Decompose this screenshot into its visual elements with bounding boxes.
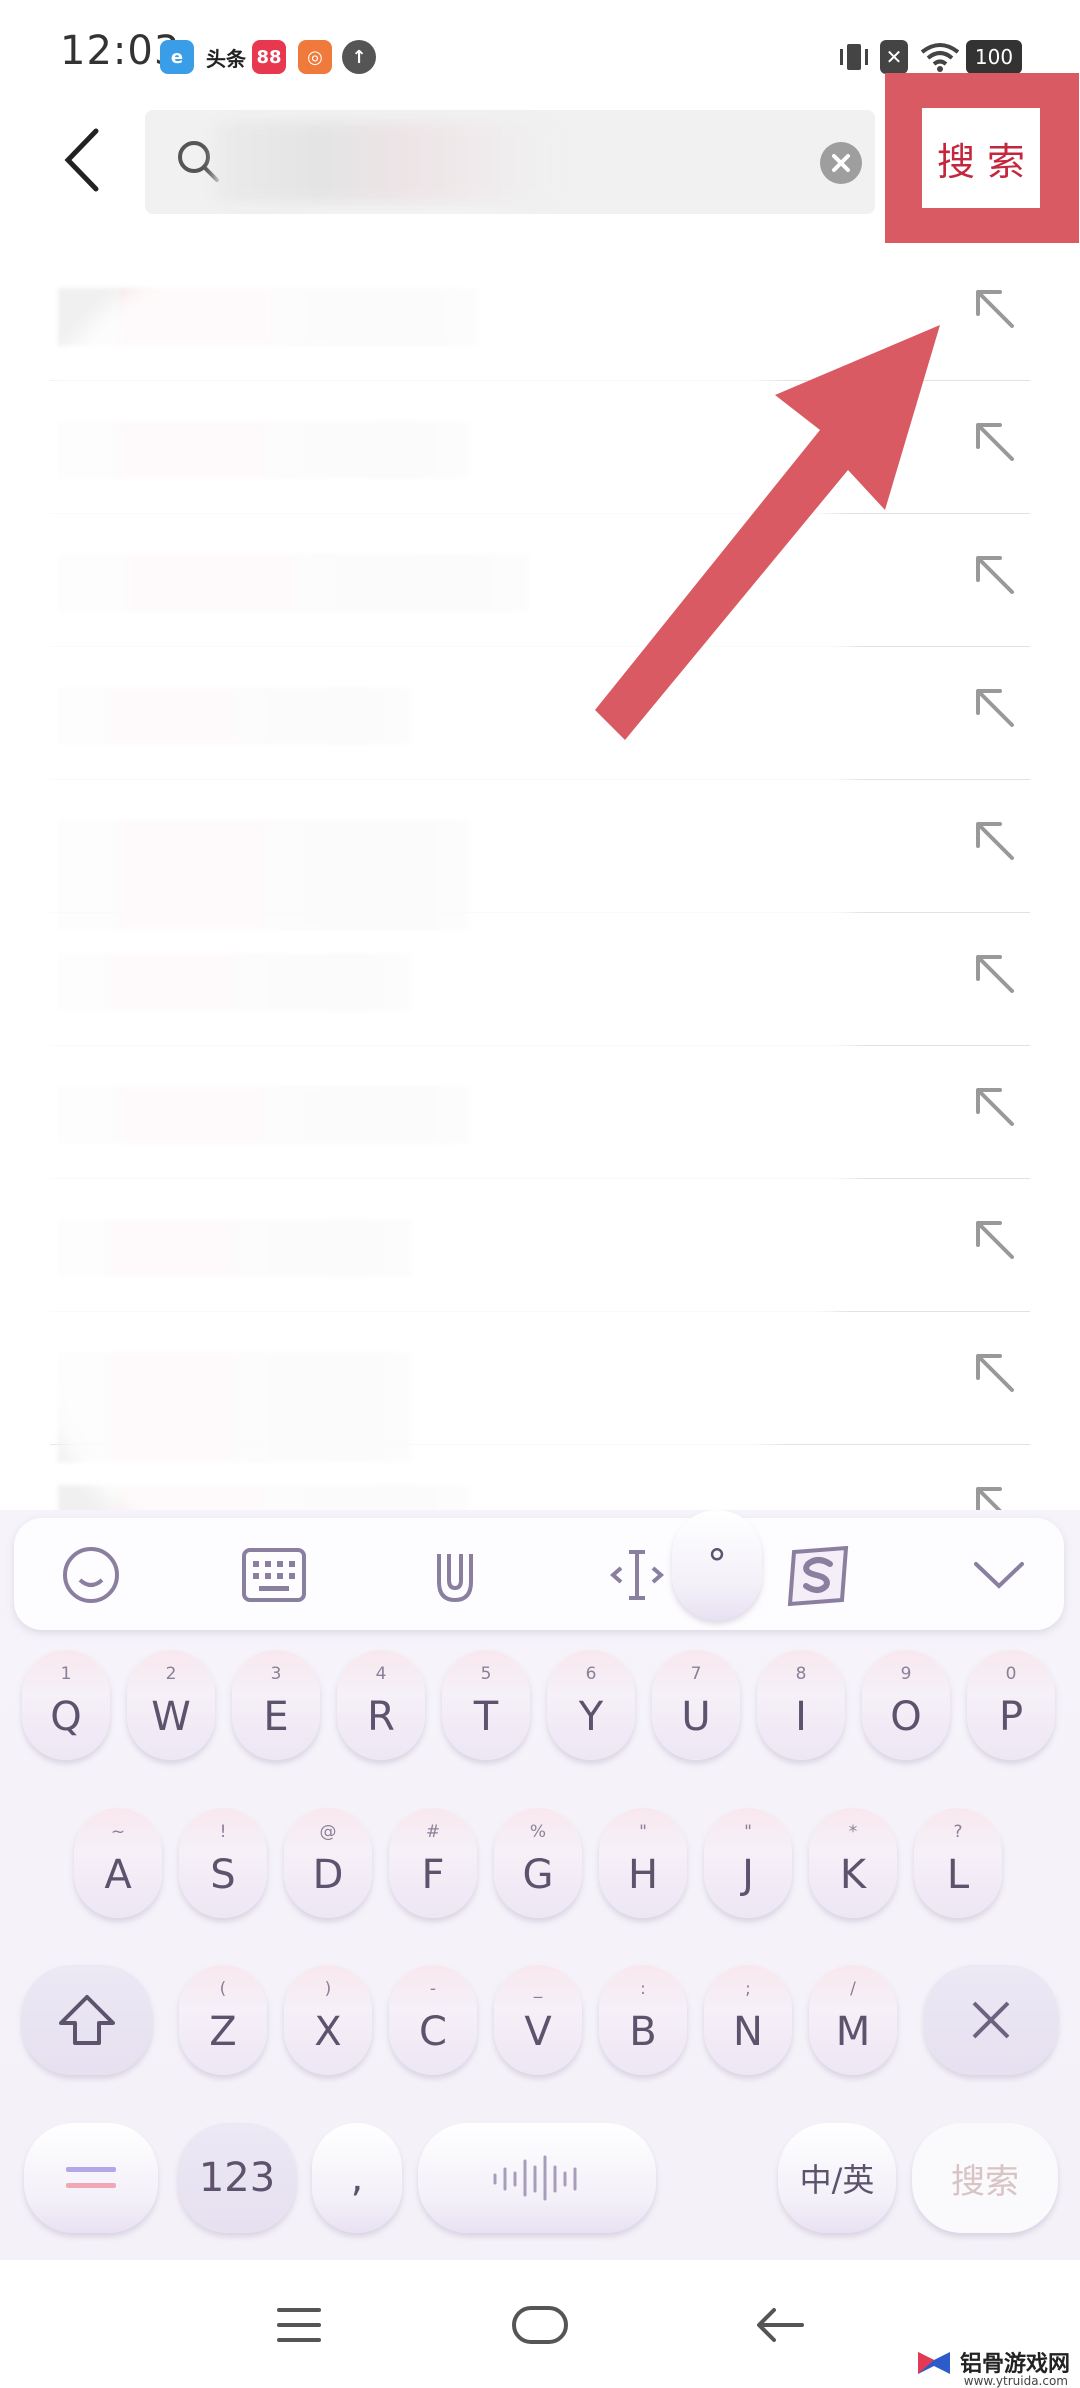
equals-icon: [66, 2167, 116, 2188]
key-n[interactable]: ; N: [704, 1965, 792, 2075]
voice-wave-icon: [493, 2155, 577, 2201]
voice-input-key[interactable]: [418, 2123, 656, 2233]
menu-icon: [277, 2308, 321, 2342]
key-x[interactable]: ) X: [284, 1965, 372, 2075]
key-j[interactable]: " J: [704, 1808, 792, 1918]
suggestion-text-redacted: [58, 288, 478, 346]
fill-arrow-icon[interactable]: [970, 550, 1020, 600]
cursor-icon[interactable]: [602, 1540, 672, 1610]
key-p[interactable]: 0P: [967, 1650, 1055, 1760]
browser-app-icon: e: [160, 40, 194, 74]
back-arrow-icon: [757, 2308, 804, 2342]
annotation-arrow-icon: [595, 325, 940, 740]
app-icon: ◎: [298, 40, 332, 74]
clipboard-icon[interactable]: [420, 1540, 490, 1610]
suggestion-text-redacted: [58, 554, 530, 612]
comma-key[interactable]: ,: [312, 2123, 402, 2233]
clear-button[interactable]: [820, 142, 862, 184]
app-icon: 88: [252, 40, 286, 74]
keyboard-layout-icon[interactable]: [239, 1540, 309, 1610]
delete-key[interactable]: [924, 1965, 1058, 2075]
key-c[interactable]: -C: [389, 1965, 477, 2075]
numbers-key[interactable]: 123: [178, 2123, 296, 2233]
keyboard: 1Q 2W 3E 4R 5T 6Y 7U 8I 9O 0P ~ A ! S @ D #…: [0, 1510, 1080, 2260]
shift-key[interactable]: [22, 1965, 152, 2075]
list-item[interactable]: [0, 1312, 1080, 1462]
key-u[interactable]: 7U: [652, 1650, 740, 1760]
watermark-logo-icon: [917, 2352, 950, 2374]
search-input[interactable]: [235, 130, 795, 194]
fill-arrow-icon[interactable]: [970, 1215, 1020, 1265]
upload-icon: ↑: [342, 40, 376, 74]
back-button[interactable]: [52, 120, 112, 200]
list-item[interactable]: [0, 1179, 1080, 1312]
key-k[interactable]: * K: [809, 1808, 897, 1918]
key-q[interactable]: 1Q: [22, 1650, 110, 1760]
key-h[interactable]: " H: [599, 1808, 687, 1918]
toutiao-app-icon: 头条: [206, 40, 246, 74]
menu-key[interactable]: [24, 2123, 158, 2233]
key-l[interactable]: ? L: [914, 1808, 1002, 1918]
back-nav-button[interactable]: [745, 2290, 815, 2360]
home-button[interactable]: [505, 2290, 575, 2360]
collapse-keyboard-icon[interactable]: [964, 1540, 1034, 1610]
navigation-bar: 铝骨游戏网 www.ytruida.com: [0, 2260, 1080, 2388]
vibrate-icon: [834, 40, 874, 74]
key-r[interactable]: 4R: [337, 1650, 425, 1760]
recent-apps-button[interactable]: [264, 2290, 334, 2360]
no-sim-icon: ✕: [880, 40, 908, 74]
key-o[interactable]: 9O: [862, 1650, 950, 1760]
language-switch-key[interactable]: 中/英: [778, 2123, 896, 2233]
delete-icon: [972, 2001, 1010, 2039]
fill-arrow-icon[interactable]: [970, 816, 1020, 866]
suggestion-text-redacted: [58, 1219, 412, 1277]
sogou-logo-icon[interactable]: [784, 1540, 854, 1610]
fill-arrow-icon[interactable]: [970, 1082, 1020, 1132]
fill-arrow-icon[interactable]: [970, 1348, 1020, 1398]
search-box[interactable]: [145, 110, 875, 214]
key-t[interactable]: 5T: [442, 1650, 530, 1760]
key-y[interactable]: 6Y: [547, 1650, 635, 1760]
key-z[interactable]: (Z: [179, 1965, 267, 2075]
wifi-icon: [920, 40, 960, 74]
key-e[interactable]: 3E: [232, 1650, 320, 1760]
suggestion-text-redacted: [58, 953, 412, 1011]
key-s[interactable]: ! S: [179, 1808, 267, 1918]
search-button[interactable]: 搜 索: [922, 108, 1040, 208]
key-v[interactable]: _ V: [494, 1965, 582, 2075]
key-w[interactable]: 2W: [127, 1650, 215, 1760]
shift-icon: [59, 1995, 115, 2045]
home-icon: [512, 2306, 568, 2344]
close-icon: [832, 154, 850, 172]
emoji-icon[interactable]: [56, 1540, 126, 1610]
fill-arrow-icon[interactable]: [970, 949, 1020, 999]
fill-arrow-icon[interactable]: [970, 417, 1020, 467]
list-item[interactable]: [0, 780, 1080, 930]
fill-arrow-icon[interactable]: [970, 284, 1020, 334]
key-a[interactable]: ~ A: [74, 1808, 162, 1918]
suggestion-text-redacted: [58, 687, 412, 745]
key-i[interactable]: 8I: [757, 1650, 845, 1760]
suggestion-text-redacted: [58, 1086, 470, 1144]
search-key[interactable]: 搜索: [912, 2123, 1058, 2233]
key-d[interactable]: @ D: [284, 1808, 372, 1918]
battery-icon: 100: [966, 40, 1022, 74]
keyboard-toolbar: [14, 1518, 1064, 1630]
period-key[interactable]: °: [672, 1510, 762, 1620]
key-f[interactable]: # F: [389, 1808, 477, 1918]
list-item[interactable]: [0, 1046, 1080, 1179]
key-g[interactable]: % G: [494, 1808, 582, 1918]
suggestion-text-redacted: [58, 421, 470, 479]
key-b[interactable]: :B: [599, 1965, 687, 2075]
fill-arrow-icon[interactable]: [970, 683, 1020, 733]
key-m[interactable]: / M: [809, 1965, 897, 2075]
watermark-url: www.ytruida.com: [963, 2374, 1068, 2388]
list-item[interactable]: [0, 913, 1080, 1046]
